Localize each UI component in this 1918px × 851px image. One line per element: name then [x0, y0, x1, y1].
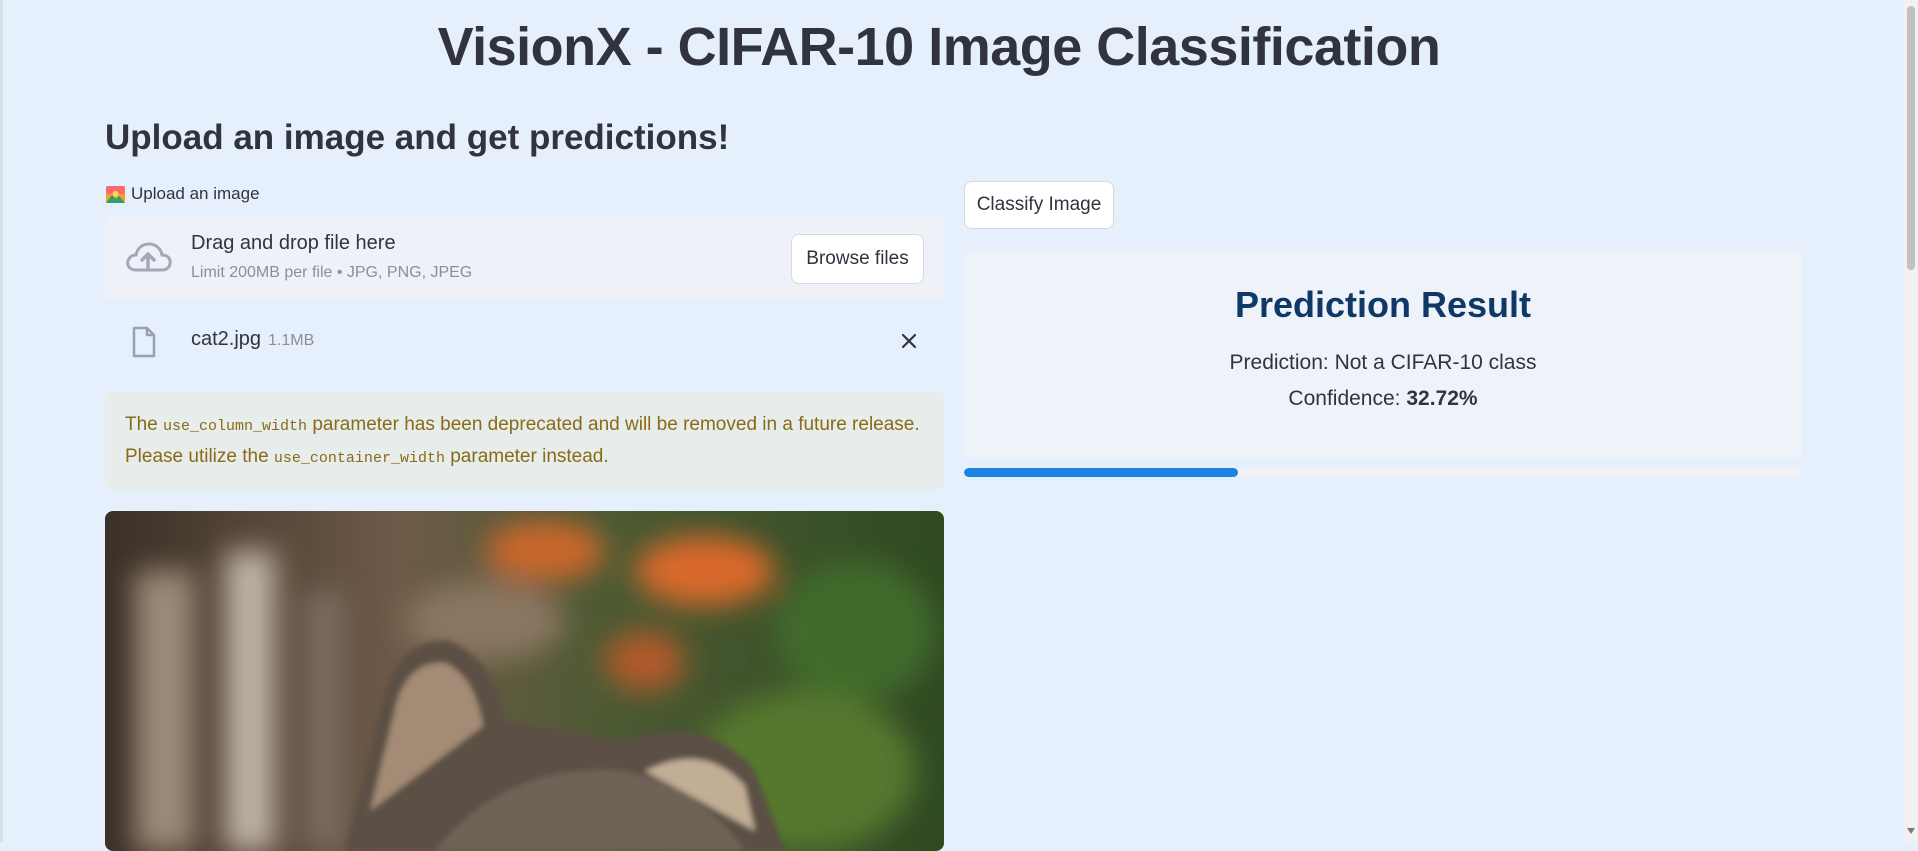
file-size: 1.1MB — [268, 332, 315, 349]
result-title: Prediction Result — [1234, 284, 1532, 325]
cat-photo — [105, 511, 944, 851]
scrollbar-thumb[interactable] — [1907, 6, 1915, 270]
classify-image-button[interactable]: Classify Image — [964, 181, 1114, 229]
prediction-line: Prediction: Not a CIFAR-10 class — [964, 351, 1802, 375]
file-dropzone[interactable]: Drag and drop file here Limit 200MB per … — [105, 216, 944, 300]
deprecation-warning: The use_column_width parameter has been … — [105, 392, 944, 490]
prediction-label: Prediction: — [1229, 351, 1335, 374]
warning-code: use_container_width — [273, 450, 445, 467]
file-name: cat2.jpg — [191, 328, 262, 350]
confidence-progress-fill — [964, 468, 1239, 477]
warning-code: use_column_width — [163, 418, 308, 435]
page-scrollbar[interactable] — [1904, 0, 1918, 842]
cloud-upload-icon — [126, 242, 172, 272]
warning-text: The — [125, 414, 164, 435]
page-left-edge — [0, 0, 3, 842]
warning-text: parameter instead. — [444, 446, 609, 467]
page-title: VisionX - CIFAR-10 Image Classification — [437, 17, 1441, 77]
close-icon[interactable] — [898, 330, 920, 352]
confidence-line: Confidence: 32.72% — [964, 387, 1802, 411]
mountain-sun-icon — [106, 185, 125, 203]
warning-text: parameter has been deprecated and will b… — [307, 414, 920, 435]
browse-files-button[interactable]: Browse files — [791, 234, 924, 284]
dropzone-limit: Limit 200MB per file • JPG, PNG, JPEG — [191, 264, 473, 281]
confidence-progress-bar — [964, 468, 1802, 477]
confidence-label: Confidence: — [1288, 387, 1407, 410]
file-icon — [132, 326, 156, 358]
warning-text: Please utilize the — [125, 446, 274, 467]
uploaded-image-preview — [105, 511, 944, 851]
confidence-value: 32.72% — [1406, 387, 1478, 410]
scroll-down-icon[interactable] — [1907, 828, 1915, 834]
uploaded-file-row: cat2.jpg 1.1MB — [105, 318, 944, 362]
uploader-label-text: Upload an image — [131, 184, 260, 203]
page-subtitle: Upload an image and get predictions! — [105, 118, 730, 157]
prediction-result-card: Prediction Result Prediction: Not a CIFA… — [964, 251, 1802, 458]
prediction-value: Not a CIFAR-10 class — [1334, 351, 1537, 374]
uploader-label: Upload an image — [106, 184, 260, 204]
dropzone-title: Drag and drop file here — [191, 232, 396, 254]
